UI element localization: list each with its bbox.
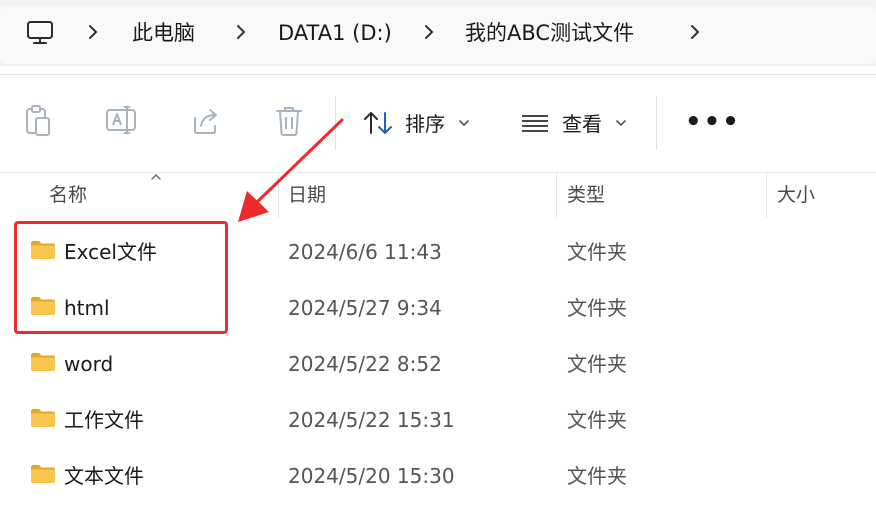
column-header-row	[0, 172, 876, 218]
rename-icon[interactable]	[105, 104, 137, 138]
chevron-right-icon[interactable]	[88, 24, 98, 40]
table-row[interactable]: 文本文件 2024/5/20 15:30 文件夹	[0, 449, 876, 505]
file-date: 2024/6/6 11:43	[288, 240, 442, 264]
column-header-date[interactable]: 日期	[288, 180, 326, 210]
sort-ascending-icon	[151, 174, 161, 180]
breadcrumb-item-drive[interactable]: DATA1 (D:)	[278, 18, 392, 48]
paste-icon[interactable]	[24, 104, 52, 138]
toolbar-separator	[335, 96, 336, 150]
chevron-down-icon[interactable]	[458, 119, 470, 127]
view-button[interactable]: 查看	[562, 110, 602, 138]
column-header-size[interactable]: 大小	[777, 180, 815, 210]
view-icon[interactable]	[521, 114, 549, 132]
file-type: 文件夹	[567, 352, 627, 376]
breadcrumb-item-this-pc[interactable]: 此电脑	[132, 18, 195, 48]
column-divider[interactable]	[278, 172, 279, 218]
file-explorer-window: 此电脑 DATA1 (D:) 我的ABC测试文件 排序 查看 ••• 名称 日期…	[0, 0, 876, 510]
chevron-right-icon[interactable]	[690, 24, 700, 40]
chevron-right-icon[interactable]	[236, 24, 246, 40]
file-type: 文件夹	[567, 408, 627, 432]
folder-icon	[31, 353, 55, 371]
folder-icon	[31, 409, 55, 427]
file-type: 文件夹	[567, 464, 627, 488]
folder-icon	[31, 465, 55, 483]
file-name[interactable]: word	[64, 349, 113, 379]
file-name[interactable]: 工作文件	[64, 405, 144, 435]
file-date: 2024/5/27 9:34	[288, 296, 442, 320]
more-options-button[interactable]: •••	[685, 109, 741, 135]
file-type: 文件夹	[567, 296, 627, 320]
sort-icon[interactable]	[363, 110, 395, 136]
file-name[interactable]: 文本文件	[64, 461, 144, 491]
sort-button[interactable]: 排序	[405, 110, 445, 138]
file-date: 2024/5/20 15:30	[288, 464, 455, 488]
computer-icon[interactable]	[26, 20, 54, 46]
file-date: 2024/5/22 15:31	[288, 408, 455, 432]
column-divider[interactable]	[556, 172, 557, 218]
chevron-right-icon[interactable]	[424, 24, 434, 40]
table-row[interactable]: 工作文件 2024/5/22 15:31 文件夹	[0, 393, 876, 449]
file-type: 文件夹	[567, 240, 627, 264]
delete-icon[interactable]	[274, 104, 304, 138]
table-row[interactable]: word 2024/5/22 8:52 文件夹	[0, 337, 876, 393]
column-header-name[interactable]: 名称	[49, 180, 87, 210]
share-icon[interactable]	[191, 104, 221, 138]
breadcrumb-item-folder[interactable]: 我的ABC测试文件	[465, 18, 634, 48]
highlight-box-annotation	[14, 221, 228, 334]
column-divider[interactable]	[766, 172, 767, 218]
chevron-down-icon[interactable]	[615, 119, 627, 127]
column-header-type[interactable]: 类型	[567, 180, 605, 210]
file-date: 2024/5/22 8:52	[288, 352, 442, 376]
toolbar-separator	[656, 96, 657, 150]
